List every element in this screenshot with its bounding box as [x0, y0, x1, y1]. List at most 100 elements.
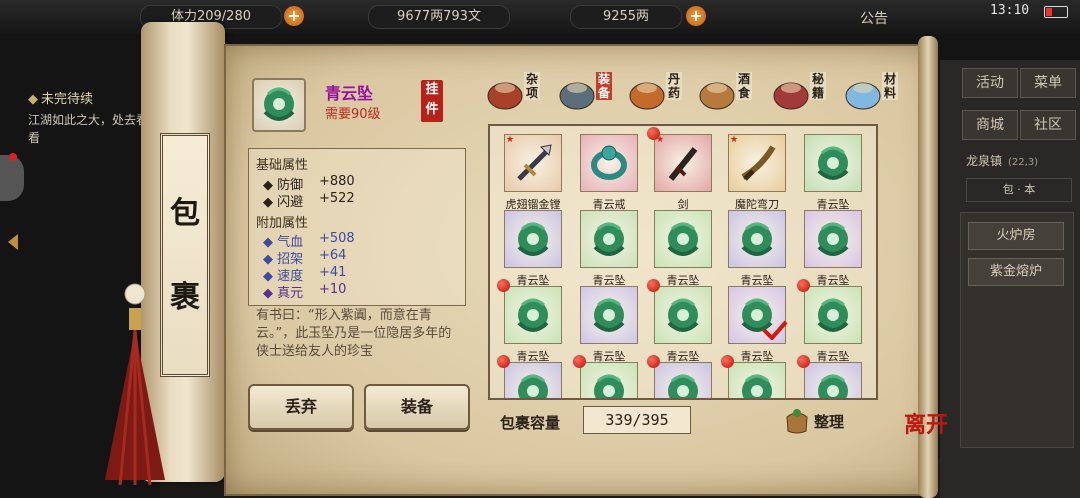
item-slot[interactable]: 青云坠: [804, 134, 862, 211]
attr-name: 真元: [277, 286, 304, 301]
furnace-room-button[interactable]: 火炉房: [968, 222, 1064, 250]
item-slot[interactable]: 青云坠: [580, 210, 638, 287]
location-coords: (22,3): [1008, 157, 1039, 168]
attr-name: 闪避: [277, 195, 304, 210]
item-slot[interactable]: 青云坠: [580, 286, 638, 363]
shop-button[interactable]: 商城: [962, 110, 1018, 140]
item-slot[interactable]: [497, 355, 562, 398]
new-dot-icon: [573, 355, 586, 368]
category-tab[interactable]: 杂项: [484, 72, 556, 112]
item-slot[interactable]: [647, 355, 712, 398]
new-dot-icon: [647, 127, 660, 140]
activity-button[interactable]: 活动: [962, 68, 1018, 98]
leave-button[interactable]: 离开: [904, 414, 948, 436]
item-name: 青云坠: [325, 84, 374, 103]
menu-button[interactable]: 菜单: [1020, 68, 1076, 98]
sort-label: 整理: [814, 413, 845, 431]
selected-item-icon: [252, 78, 306, 132]
bag-title-char-1: 包: [170, 196, 200, 231]
new-dot-icon: [797, 279, 810, 292]
pendant-icon: [594, 374, 624, 398]
item-slot[interactable]: 青云坠: [647, 279, 712, 363]
item-slot[interactable]: 青云坠: [654, 210, 712, 287]
spear-icon: [517, 144, 552, 181]
silver-add-button[interactable]: +: [686, 6, 706, 26]
notify-dot-icon: [9, 153, 17, 161]
item-level-req: 需要90级: [325, 107, 381, 122]
item-slot[interactable]: 青云坠: [728, 210, 786, 287]
pendant-icon: [593, 222, 625, 256]
community-button[interactable]: 社区: [1020, 110, 1076, 140]
item-slot[interactable]: 青云坠: [728, 286, 788, 363]
pendant-icon: [517, 222, 549, 256]
quest-panel[interactable]: 未完待续 江湖如此之大，处去看看: [28, 88, 148, 147]
attr-value: +41: [319, 265, 347, 280]
new-dot-icon: [721, 355, 734, 368]
item-slot[interactable]: 青云坠: [497, 279, 562, 363]
category-icon: [845, 82, 881, 110]
jade-pendant-icon: [263, 87, 295, 121]
tassel-icon: [105, 283, 165, 486]
item-type-stamp: 挂件: [421, 80, 443, 122]
equip-button[interactable]: 装备: [364, 384, 470, 430]
item-slot[interactable]: ★ 魔陀弯刀: [728, 134, 786, 211]
location-row[interactable]: 包 · 本: [966, 178, 1072, 202]
category-tab[interactable]: 材料: [842, 72, 914, 112]
check-icon: [762, 320, 788, 340]
discard-button[interactable]: 丢弃: [248, 384, 354, 430]
item-slot[interactable]: 青云坠: [504, 210, 562, 287]
gold-furnace-button[interactable]: 紫金熔炉: [968, 258, 1064, 286]
item-slot[interactable]: 青云坠: [804, 210, 862, 287]
category-label: 装备: [596, 72, 612, 100]
item-slot[interactable]: 青云坠: [797, 279, 862, 363]
item-grid[interactable]: ★ 虎翅镏金镗 青云戒 ★ 剑 ★ 魔陀弯刀 青云坠 青云坠 青云坠 青云坠 青云坠 青云坠 青云坠 青云坠…: [488, 124, 878, 400]
bag-sort-icon: [786, 409, 808, 434]
item-slot[interactable]: ★ 虎翅镏金镗: [504, 134, 562, 211]
item-slot[interactable]: ★ 剑: [647, 127, 712, 211]
pendant-icon: [593, 298, 625, 332]
pendant-icon: [668, 374, 698, 398]
pendant-icon: [667, 298, 699, 332]
category-tab[interactable]: 秘籍: [770, 72, 842, 112]
attr-value: +522: [319, 191, 355, 206]
new-dot-icon: [497, 355, 510, 368]
base-attr-title: 基础属性: [256, 158, 309, 173]
item-slot[interactable]: [573, 355, 638, 398]
sword-icon: [668, 147, 698, 181]
category-label: 材料: [882, 72, 898, 100]
pendant-icon: [817, 298, 849, 332]
clock-text: 13:10: [990, 3, 1030, 18]
category-tab[interactable]: 装备: [556, 72, 628, 112]
category-tab[interactable]: 丹药: [626, 72, 698, 112]
item-slot[interactable]: [721, 355, 786, 398]
copper-display: 9677两793文: [368, 5, 510, 29]
pendant-icon: [817, 146, 849, 180]
category-label: 酒食: [736, 72, 752, 100]
item-description: 有书曰：“形入紫阗，而意在青云。”，此玉坠乃是一位隐居多年的侠士送给友人的珍宝: [256, 308, 452, 359]
category-tab[interactable]: 酒食: [696, 72, 768, 112]
category-label: 秘籍: [810, 72, 826, 100]
pendant-icon: [517, 298, 549, 332]
left-arrow-icon[interactable]: [8, 234, 18, 250]
notice-link[interactable]: 公告: [860, 8, 888, 28]
location-name: 龙泉镇: [966, 154, 1003, 168]
side-avatar-button[interactable]: [0, 153, 24, 201]
location-label: 龙泉镇 (22,3): [966, 152, 1038, 169]
item-slot[interactable]: [797, 355, 862, 398]
category-icon: [487, 82, 523, 110]
new-dot-icon: [497, 279, 510, 292]
attr-value: +10: [319, 282, 347, 297]
quest-desc: 江湖如此之大，处去看看: [28, 113, 149, 145]
stamina-add-button[interactable]: +: [284, 6, 304, 26]
attr-value: +508: [319, 231, 355, 246]
pendant-icon: [518, 374, 548, 398]
extra-attr-title: 附加属性: [256, 216, 309, 231]
sort-button[interactable]: 整理: [782, 405, 844, 439]
item-slot[interactable]: 青云戒: [580, 134, 638, 211]
attr-dodge: ◆ 闪避 +522: [263, 191, 355, 210]
attr-value: +64: [319, 248, 347, 263]
new-dot-icon: [797, 355, 810, 368]
capacity-label: 包裹容量: [500, 414, 561, 432]
category-icon: [629, 82, 665, 110]
pendant-icon: [818, 374, 848, 398]
